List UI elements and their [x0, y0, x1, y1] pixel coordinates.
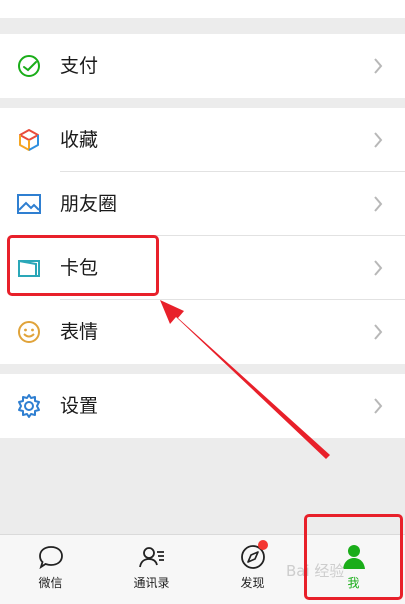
annotation-arrow	[160, 300, 330, 459]
